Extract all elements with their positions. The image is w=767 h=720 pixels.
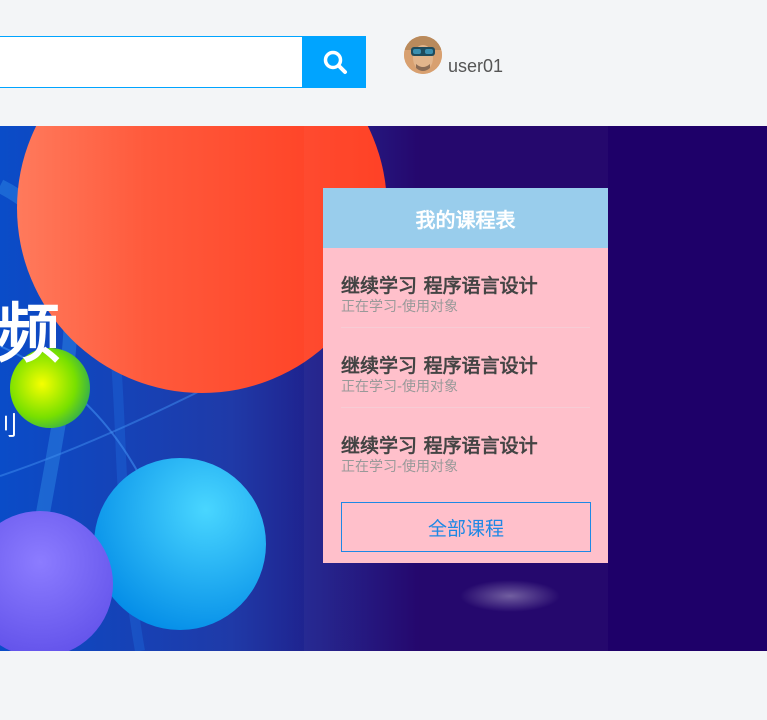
avatar[interactable]: [404, 36, 442, 74]
panel-title: 我的课程表: [415, 207, 516, 232]
banner-subline: 刂: [0, 412, 19, 442]
course-title[interactable]: 继续学习 程序语言设计: [341, 271, 538, 298]
all-courses-button[interactable]: 全部课程: [341, 502, 591, 552]
course-item[interactable]: 继续学习 程序语言设计 正在学习-使用对象: [341, 248, 590, 328]
course-status: 正在学习-使用对象: [341, 379, 459, 395]
course-title[interactable]: 继续学习 程序语言设计: [341, 431, 538, 458]
search-bar: [0, 36, 366, 88]
course-item[interactable]: 继续学习 程序语言设计 正在学习-使用对象: [341, 328, 590, 408]
panel-header: 我的课程表: [323, 188, 608, 248]
banner-headline: 频: [0, 298, 62, 372]
course-schedule-panel: 我的课程表 继续学习 程序语言设计 正在学习-使用对象 继续学习 程序语言设计 …: [323, 188, 608, 563]
course-status: 正在学习-使用对象: [341, 459, 459, 475]
username[interactable]: user01: [448, 56, 503, 77]
search-input[interactable]: [0, 36, 303, 88]
search-button[interactable]: [303, 36, 366, 88]
search-icon: [323, 50, 347, 74]
course-status: 正在学习-使用对象: [341, 299, 459, 315]
course-title[interactable]: 继续学习 程序语言设计: [341, 351, 538, 378]
course-item[interactable]: 继续学习 程序语言设计 正在学习-使用对象: [341, 408, 590, 482]
